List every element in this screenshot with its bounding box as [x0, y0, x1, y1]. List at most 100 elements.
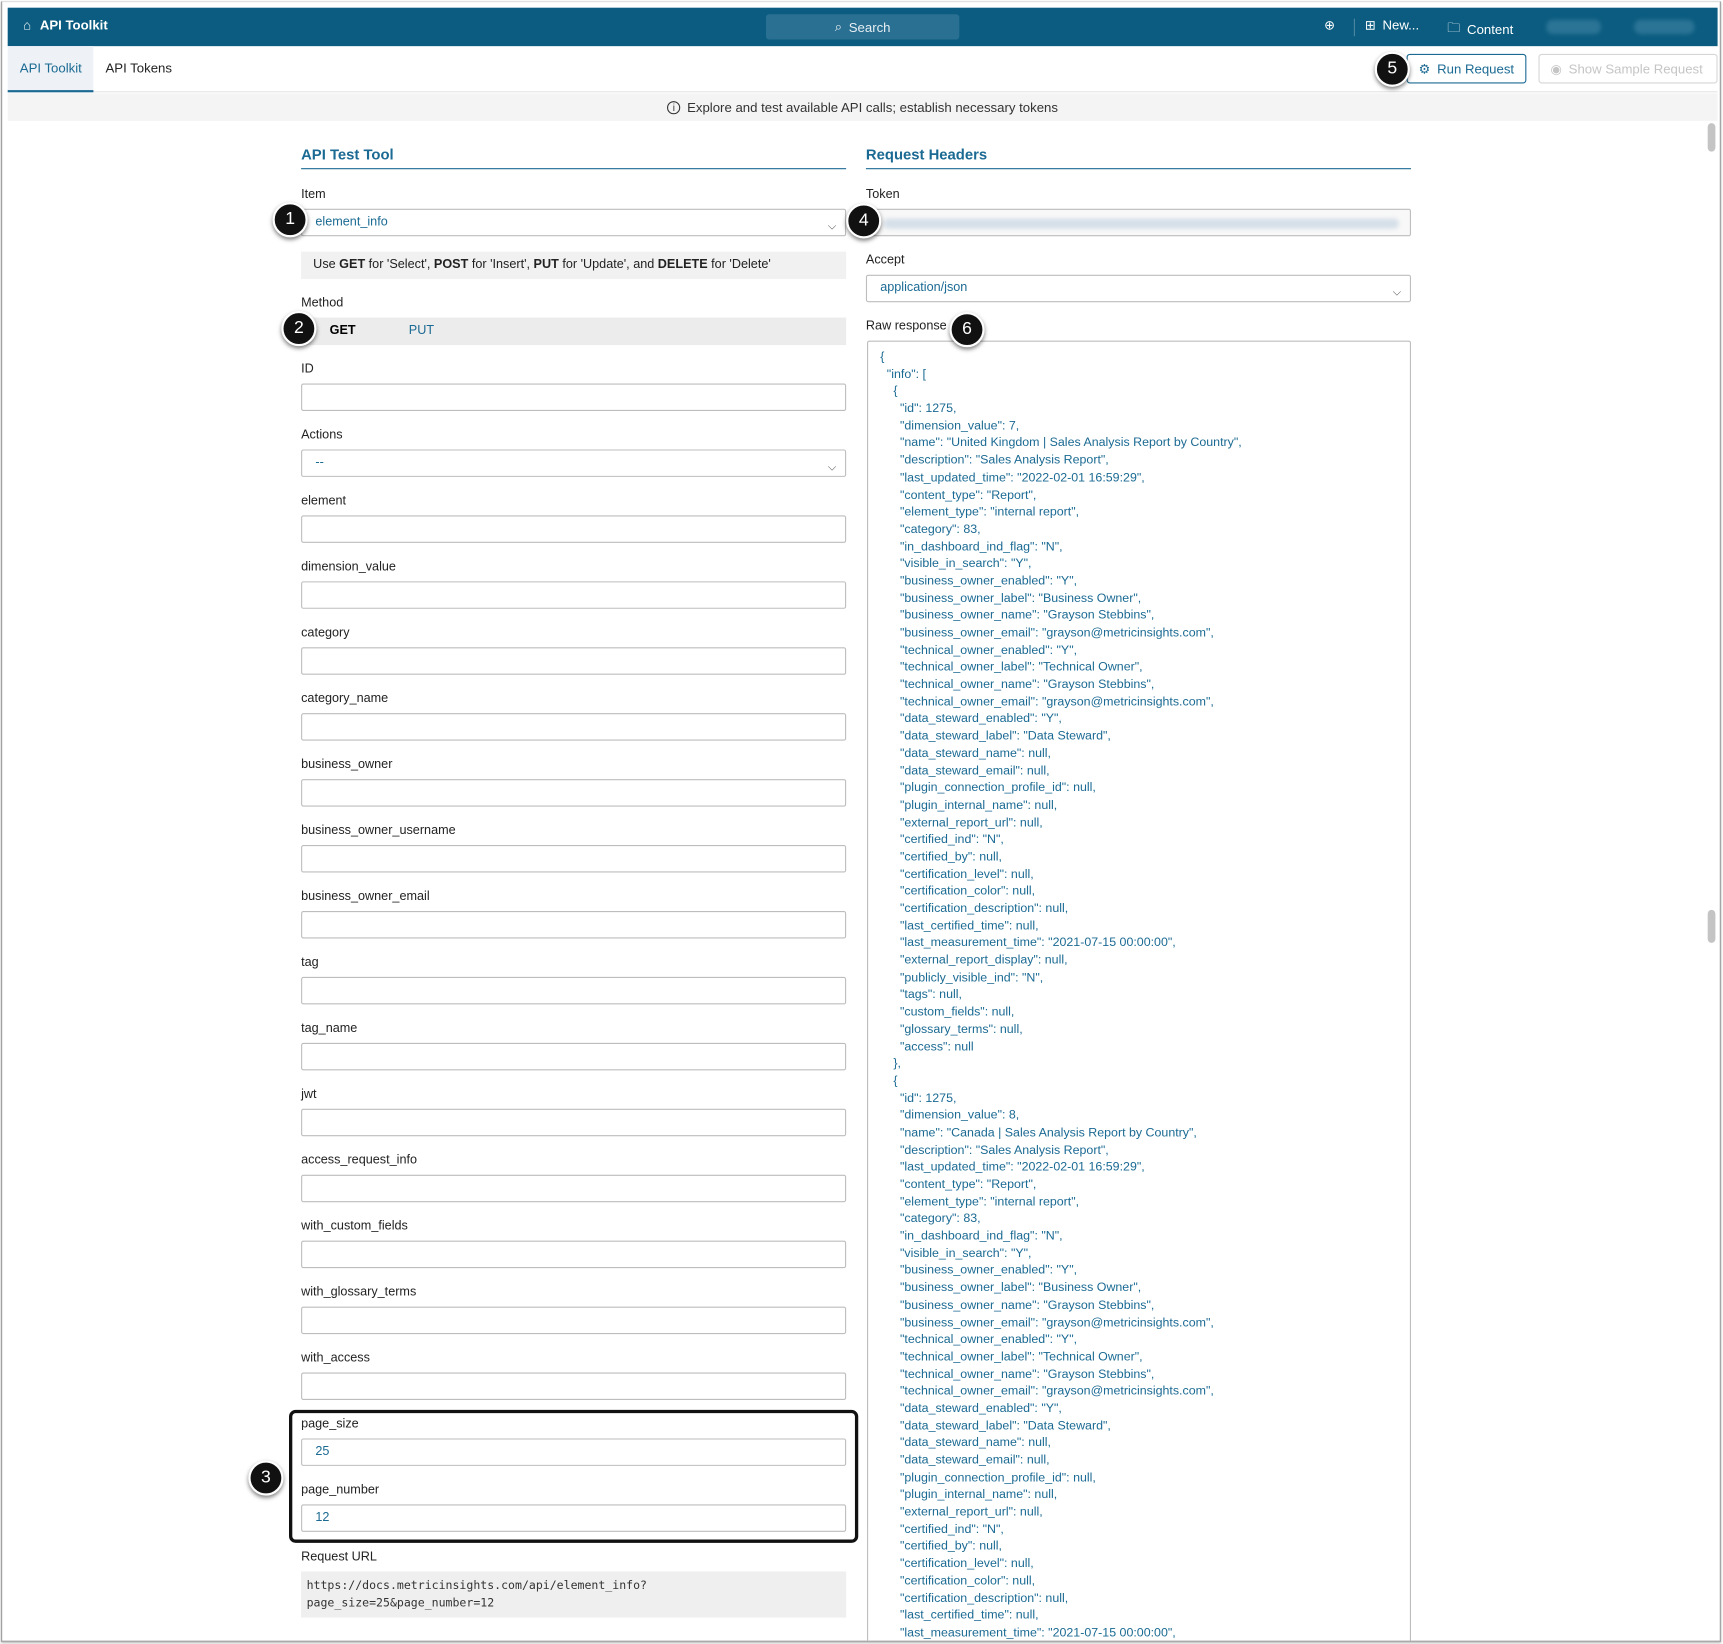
- request-headers-title: Request Headers: [865, 146, 1411, 170]
- response-line: "plugin_internal_name": null,: [899, 798, 1058, 812]
- jwt-input[interactable]: [301, 1108, 847, 1137]
- home-link[interactable]: ⌂ API Toolkit: [23, 18, 108, 33]
- tab-bar: API Toolkit API Tokens ⚙ Run Request ◉ Sho…: [7, 46, 1718, 93]
- response-line: "external_report_url": null,: [899, 1505, 1043, 1519]
- response-line: "certified_ind": "N",: [899, 1522, 1004, 1536]
- run-request-button[interactable]: ⚙ Run Request: [1406, 53, 1527, 84]
- sparkle-icon: ⊕: [1324, 17, 1336, 33]
- category-name-input[interactable]: [301, 713, 847, 741]
- response-line: "business_owner_email": "grayson@metrici…: [899, 1315, 1214, 1330]
- access-request-info-input[interactable]: [301, 1174, 847, 1203]
- response-line: "technical_owner_label": "Technical Owne…: [899, 1350, 1143, 1364]
- business-owner-username-input[interactable]: [301, 845, 847, 873]
- method-toggle: GET PUT: [301, 317, 847, 346]
- content-label: Content: [1467, 21, 1514, 37]
- response-line: "external_report_url": null,: [899, 816, 1043, 830]
- callout-3: 3: [248, 1460, 284, 1496]
- raw-response-label: Raw response: [865, 319, 947, 333]
- response-line: "certification_level": null,: [899, 1557, 1034, 1571]
- item-label: Item: [301, 187, 326, 202]
- token-input[interactable]: [867, 208, 1411, 237]
- element-input[interactable]: [301, 515, 847, 543]
- response-line: "technical_owner_label": "Technical Owne…: [899, 660, 1143, 675]
- response-line: "external_report_display": null,: [899, 953, 1068, 968]
- response-line: "last_certified_time": null,: [899, 1608, 1039, 1623]
- response-line: },: [893, 1057, 902, 1071]
- field-label: access_request_info: [301, 1153, 418, 1168]
- response-line: "business_owner_label": "Business Owner"…: [899, 1281, 1142, 1295]
- raw-response[interactable]: {"info": [{"id": 1275, "dimension_value":…: [867, 340, 1411, 1641]
- field-label: tag_name: [301, 1021, 358, 1036]
- tab-api-toolkit[interactable]: API Toolkit: [7, 46, 94, 93]
- id-input[interactable]: [301, 383, 847, 411]
- response-line: "element_type": "internal report",: [899, 505, 1080, 519]
- business-owner-input[interactable]: [301, 779, 847, 807]
- field-label: ID: [301, 362, 314, 376]
- response-line: "technical_owner_enabled": "Y",: [899, 1333, 1078, 1347]
- response-line: "access": null: [899, 1040, 974, 1054]
- response-line: "last_measurement_time": "2021-07-15 00:…: [899, 1626, 1176, 1640]
- method-get[interactable]: GET: [330, 318, 356, 345]
- method-put[interactable]: PUT: [409, 318, 434, 345]
- method-label: Method: [301, 296, 344, 310]
- response-line: "visible_in_search": "Y",: [899, 557, 1032, 571]
- response-line: "plugin_connection_profile_id": null,: [899, 781, 1096, 795]
- with-custom-fields-input[interactable]: [301, 1240, 847, 1269]
- category-input[interactable]: [301, 647, 847, 675]
- field-label: dimension_value: [301, 560, 396, 574]
- assistant-button[interactable]: ⊕: [1324, 18, 1335, 33]
- eye-icon: ◉: [1550, 60, 1563, 77]
- request-url: https://docs.metricinsights.com/api/elem…: [301, 1571, 847, 1618]
- content-button[interactable]: 🗀 Content: [1447, 18, 1513, 41]
- response-line: "custom_fields": null,: [899, 1005, 1015, 1019]
- with-access-input[interactable]: [301, 1372, 847, 1400]
- response-line: "element_type": "internal report",: [899, 1195, 1080, 1209]
- response-line: "name": "Canada | Sales Analysis Report …: [899, 1126, 1197, 1140]
- home-icon: ⌂: [23, 17, 32, 33]
- blurred-menu[interactable]: [1546, 19, 1602, 35]
- dimension-value-input[interactable]: [301, 581, 847, 609]
- response-line: "last_certified_time": null,: [899, 919, 1039, 933]
- info-banner: i Explore and test available API calls; …: [7, 93, 1718, 121]
- tab-api-tokens[interactable]: API Tokens: [93, 46, 184, 92]
- actions-select[interactable]: -- ⌵: [301, 449, 847, 477]
- app-window: ⌂ API Toolkit ⌕ Search ⊕ ⊞ New... 🗀 Conten…: [1, 1, 1721, 1642]
- callout-6: 6: [949, 312, 985, 348]
- response-line: "in_dashboard_ind_flag": "N",: [899, 1229, 1063, 1243]
- with-glossary-terms-input[interactable]: [301, 1306, 847, 1335]
- field-label: with_glossary_terms: [301, 1285, 417, 1299]
- field-label: category_name: [301, 692, 389, 706]
- response-line: "data_steward_name": null,: [899, 747, 1051, 761]
- callout-1: 1: [272, 202, 308, 238]
- info-text: Explore and test available API calls; es…: [687, 99, 1058, 115]
- response-line: "last_updated_time": "2022-02-01 16:59:2…: [899, 1160, 1145, 1174]
- show-sample-request-button[interactable]: ◉ Show Sample Request: [1538, 53, 1718, 84]
- gears-icon: ⚙: [1418, 60, 1431, 77]
- response-line: "data_steward_name": null,: [899, 1436, 1051, 1450]
- business-owner-email-input[interactable]: [301, 910, 847, 939]
- response-line: "tags": null,: [899, 988, 962, 1002]
- response-line: "certification_color": null,: [899, 884, 1036, 899]
- response-line: "technical_owner_name": "Grayson Stebbin…: [899, 678, 1155, 692]
- scrollbar-top[interactable]: [1707, 123, 1716, 152]
- response-line: "dimension_value": 8,: [899, 1109, 1020, 1123]
- response-line: "dimension_value": 7,: [899, 419, 1020, 433]
- response-line: "business_owner_enabled": "Y",: [899, 1264, 1078, 1278]
- response-line: "id": 1275,: [899, 402, 957, 416]
- item-select[interactable]: element_info ⌵: [301, 208, 847, 237]
- field-label: business_owner: [301, 758, 393, 772]
- field-value: --: [315, 456, 324, 470]
- response-line: "data_steward_enabled": "Y",: [899, 712, 1062, 726]
- field-label: business_owner_username: [301, 824, 456, 838]
- info-icon: i: [667, 100, 681, 114]
- new-button[interactable]: ⊞ New...: [1365, 18, 1419, 33]
- method-hint: Use GET for 'Select', POST for 'Insert',…: [301, 251, 847, 280]
- blurred-user-menu[interactable]: [1634, 19, 1695, 35]
- accept-select[interactable]: application/json ⌵: [865, 274, 1411, 303]
- tag-name-input[interactable]: [301, 1042, 847, 1071]
- tag-input[interactable]: [301, 976, 847, 1005]
- scrollbar-thumb[interactable]: [1707, 909, 1716, 943]
- search-button[interactable]: ⌕ Search: [765, 14, 960, 40]
- field-label: category: [301, 626, 350, 640]
- accept-value: application/json: [880, 281, 968, 295]
